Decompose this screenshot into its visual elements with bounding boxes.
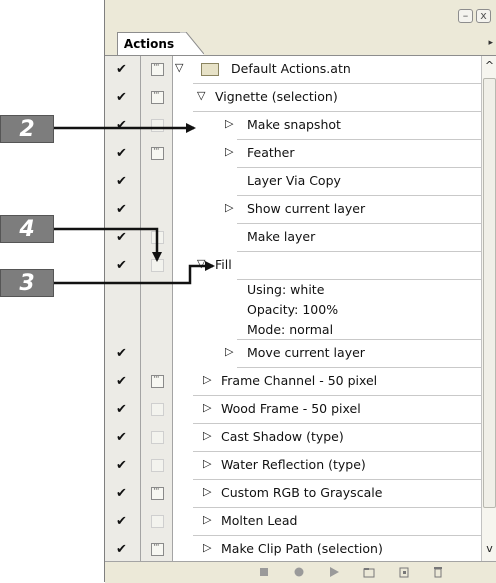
arrow-3 — [54, 261, 215, 285]
arrow-4 — [54, 227, 162, 262]
callout-arrows — [54, 123, 215, 285]
